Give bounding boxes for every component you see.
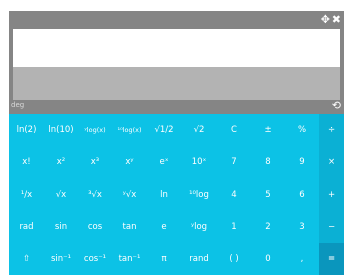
atan-key[interactable]: tan⁻¹ — [112, 243, 147, 275]
ln-key[interactable]: ln — [147, 178, 181, 211]
close-icon[interactable]: ✖ — [332, 13, 341, 27]
digit-2-key[interactable]: 2 — [251, 211, 285, 243]
yroot-key[interactable]: ʸ√x — [112, 178, 147, 211]
add-key[interactable]: + — [319, 178, 344, 211]
angle-mode-label[interactable]: deg — [11, 101, 24, 109]
multiply-key[interactable]: × — [319, 146, 344, 178]
square-key[interactable]: x² — [44, 146, 78, 178]
percent-key[interactable]: % — [285, 114, 319, 146]
acos-key[interactable]: cos⁻¹ — [78, 243, 112, 275]
digit-7-key[interactable]: 7 — [217, 146, 251, 178]
clear-key[interactable]: C — [217, 114, 251, 146]
sqrt2-key[interactable]: √2 — [181, 114, 217, 146]
sqrt-half-key[interactable]: √1/2 — [147, 114, 181, 146]
equals-key[interactable]: = — [319, 243, 344, 275]
mode-bar: deg ⟲ — [9, 99, 344, 114]
sin-key[interactable]: sin — [44, 211, 78, 243]
exp-key[interactable]: eˣ — [147, 146, 181, 178]
reciprocal-key[interactable]: ¹/x — [9, 178, 44, 211]
digit-0-key[interactable]: 0 — [251, 243, 285, 275]
keypad: ln(2) ln(10) ʸlog(x) ¹⁰log(x) √1/2 √2 C ±% ÷ x! x²… — [9, 114, 344, 275]
pi-key[interactable]: π — [147, 243, 181, 275]
cube-key[interactable]: x³ — [78, 146, 112, 178]
euler-e-key[interactable]: e — [147, 211, 181, 243]
digit-3-key[interactable]: 3 — [285, 211, 319, 243]
title-bar[interactable]: ✥ ✖ — [9, 11, 344, 29]
ten-power-key[interactable]: 10ˣ — [181, 146, 217, 178]
sqrt-key[interactable]: √x — [44, 178, 78, 211]
divide-key[interactable]: ÷ — [319, 114, 344, 146]
power-key[interactable]: xʸ — [112, 146, 147, 178]
log10-key[interactable]: ¹⁰log — [181, 178, 217, 211]
digit-8-key[interactable]: 8 — [251, 146, 285, 178]
cbrt-key[interactable]: ³√x — [78, 178, 112, 211]
calculator-widget: ✥ ✖ deg ⟲ ln(2) ln(10) ʸlog(x) ¹⁰log(x) √1/2… — [9, 11, 344, 275]
parentheses-key[interactable]: ( ) — [217, 243, 251, 275]
move-icon[interactable]: ✥ — [321, 13, 330, 27]
ylog-x-key[interactable]: ʸlog(x) — [78, 114, 112, 146]
subtract-key[interactable]: − — [319, 211, 344, 243]
undo-icon[interactable]: ⟲ — [332, 99, 341, 112]
ylog-key[interactable]: ʸlog — [181, 211, 217, 243]
rad-deg-toggle-key[interactable]: rad — [9, 211, 44, 243]
shift-key[interactable]: ⇧ — [9, 243, 44, 275]
digit-4-key[interactable]: 4 — [217, 178, 251, 211]
main-display — [13, 29, 340, 67]
digit-5-key[interactable]: 5 — [251, 178, 285, 211]
ln2-key[interactable]: ln(2) — [9, 114, 44, 146]
asin-key[interactable]: sin⁻¹ — [44, 243, 78, 275]
digit-1-key[interactable]: 1 — [217, 211, 251, 243]
digit-9-key[interactable]: 9 — [285, 146, 319, 178]
factorial-key[interactable]: x! — [9, 146, 44, 178]
log10-x-key[interactable]: ¹⁰log(x) — [112, 114, 147, 146]
digit-6-key[interactable]: 6 — [285, 178, 319, 211]
cos-key[interactable]: cos — [78, 211, 112, 243]
comma-key[interactable]: , — [285, 243, 319, 275]
expression-display — [13, 67, 340, 100]
rand-key[interactable]: rand — [181, 243, 217, 275]
plus-minus-key[interactable]: ± — [251, 114, 285, 146]
ln10-key[interactable]: ln(10) — [44, 114, 78, 146]
tan-key[interactable]: tan — [112, 211, 147, 243]
